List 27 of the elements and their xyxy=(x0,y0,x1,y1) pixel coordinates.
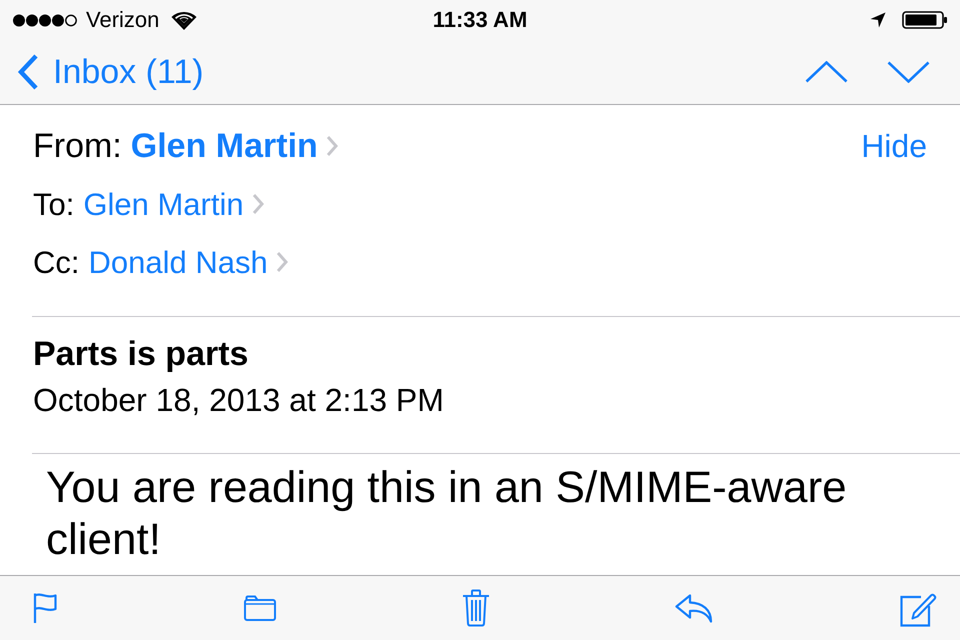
chevron-up-icon[interactable] xyxy=(805,61,848,83)
hide-button[interactable]: Hide xyxy=(861,130,927,162)
battery-icon xyxy=(902,11,948,29)
reply-arrow-icon[interactable] xyxy=(675,593,714,623)
chevron-right-icon xyxy=(252,193,264,215)
contact-name[interactable]: Glen Martin xyxy=(83,188,244,220)
chevron-down-icon[interactable] xyxy=(887,61,930,83)
flag-icon[interactable] xyxy=(32,592,58,624)
field-label: Cc: xyxy=(33,246,80,278)
status-time: 11:33 AM xyxy=(432,9,528,31)
message-date: October 18, 2013 at 2:13 PM xyxy=(33,381,444,420)
chevron-right-icon xyxy=(276,251,288,273)
contact-name[interactable]: Glen Martin xyxy=(130,129,318,163)
trash-icon[interactable] xyxy=(462,589,490,627)
contact-name[interactable]: Donald Nash xyxy=(88,246,268,278)
wifi-icon xyxy=(171,10,198,30)
signal-dots-icon xyxy=(12,14,78,26)
chevron-right-icon xyxy=(326,135,338,157)
back-button[interactable]: Inbox (11) xyxy=(16,54,204,90)
field-label: To: xyxy=(33,188,74,220)
carrier-name: Verizon xyxy=(86,9,160,31)
message-body: You are reading this in an S/MIME-aware client! xyxy=(46,462,848,566)
folder-icon[interactable] xyxy=(244,595,276,621)
field-label: From: xyxy=(33,129,122,163)
chevron-left-icon xyxy=(16,54,40,90)
message-subject: Parts is parts xyxy=(33,334,248,374)
location-arrow-icon xyxy=(870,12,886,28)
